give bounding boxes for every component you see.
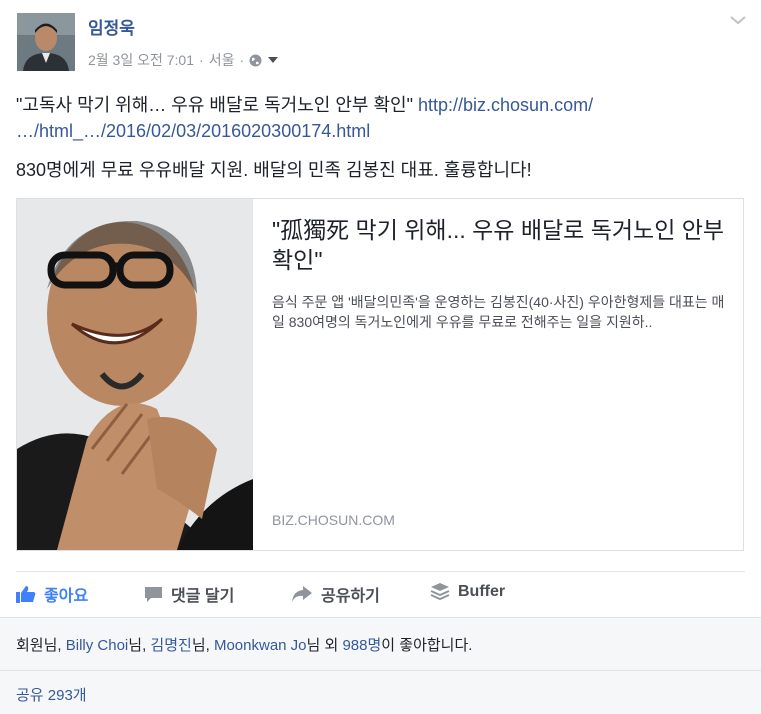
card-photo <box>17 199 253 550</box>
liker-name[interactable]: 김명진 <box>150 637 191 654</box>
link-preview-card[interactable]: "孤獨死 막기 위해... 우유 배달로 독거노인 안부 확인" 음식 주문 앱… <box>16 198 744 551</box>
footer-divider <box>0 670 761 671</box>
post-date[interactable]: 2월 3일 오전 7:01 <box>88 50 194 70</box>
post-text-line: "고독사 막기 위해… 우유 배달로 독거노인 안부 확인" http://bi… <box>16 92 716 118</box>
post-link-cont[interactable]: …/html_…/2016/02/03/2016020300174.html <box>16 118 370 144</box>
likes-sep: 님, <box>128 637 151 654</box>
audience-dropdown-icon[interactable] <box>267 55 279 65</box>
share-label: 공유하기 <box>321 588 380 605</box>
post-link[interactable]: http://biz.chosun.com/ <box>418 95 593 115</box>
share-arrow-icon <box>292 586 312 602</box>
likes-others-link[interactable]: 988명 <box>342 637 381 654</box>
likes-sep: 님 외 <box>306 637 343 654</box>
profile-photo <box>17 13 75 71</box>
chevron-down-icon[interactable] <box>729 14 747 26</box>
comment-label: 댓글 달기 <box>171 588 235 605</box>
liker-name[interactable]: Moonkwan Jo <box>214 637 307 654</box>
likes-prefix: 회원님, <box>16 637 66 654</box>
buffer-label: Buffer <box>458 583 506 600</box>
comment-button[interactable]: 댓글 달기 <box>144 582 234 606</box>
likes-summary: 회원님, Billy Choi님, 김명진님, Moonkwan Jo님 외 9… <box>16 634 472 655</box>
globe-icon[interactable] <box>249 54 262 67</box>
comment-icon <box>145 586 162 602</box>
card-image[interactable] <box>17 199 253 550</box>
share-button[interactable]: 공유하기 <box>291 582 380 606</box>
post-meta: 2월 3일 오전 7:01 · 서울 · <box>88 50 279 70</box>
card-description: 음식 주문 앱 '배달의민족'을 운영하는 김봉진(40·사진) 우아한형제들 … <box>272 294 725 330</box>
like-label: 좋아요 <box>44 588 89 605</box>
liker-name[interactable]: Billy Choi <box>66 637 129 654</box>
thumbs-up-icon <box>16 586 36 603</box>
actions-divider <box>16 571 745 572</box>
card-title[interactable]: "孤獨死 막기 위해... 우유 배달로 독거노인 안부 확인" <box>272 215 732 275</box>
post-quote: "고독사 막기 위해… 우유 배달로 독거노인 안부 확인" <box>16 95 413 115</box>
post-link-rest[interactable]: …/html_…/2016/02/03/2016020300174.html <box>16 121 370 141</box>
post-location[interactable]: 서울 <box>209 50 235 70</box>
avatar[interactable] <box>17 13 75 71</box>
like-button[interactable]: 좋아요 <box>16 582 88 606</box>
buffer-button[interactable]: Buffer <box>430 582 505 602</box>
likes-sep: 님, <box>191 637 214 654</box>
author-name[interactable]: 임정욱 <box>88 14 135 39</box>
buffer-stack-icon <box>430 583 450 601</box>
card-domain: BIZ.CHOSUN.COM <box>272 512 395 528</box>
shares-count[interactable]: 공유 293개 <box>16 684 87 705</box>
likes-suffix: 이 좋아합니다. <box>381 637 473 654</box>
meta-dot: · <box>199 52 204 68</box>
post-body: 830명에게 무료 우유배달 지원. 배달의 민족 김봉진 대표. 훌륭합니다! <box>16 160 532 180</box>
meta-dot: · <box>239 52 245 68</box>
reactions-footer <box>0 617 761 714</box>
